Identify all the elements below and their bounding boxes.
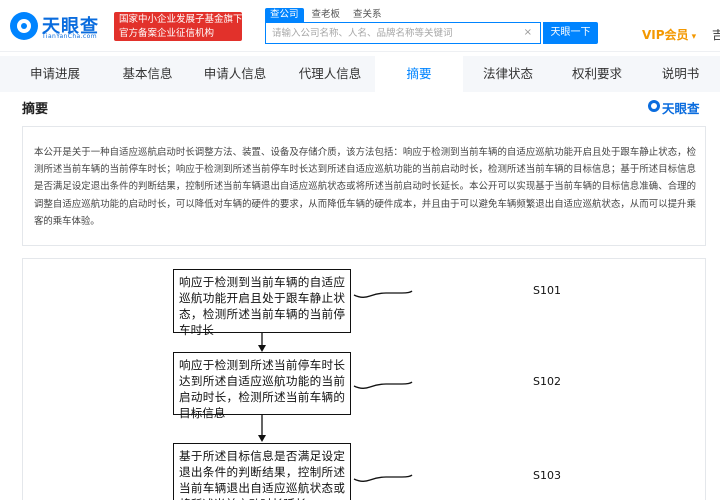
brand-name: 天眼查 bbox=[662, 101, 700, 116]
search-tabs: 查公司 查老板 查关系 bbox=[265, 8, 387, 22]
detail-nav-tabs: 申请进展 基本信息 申请人信息 代理人信息 摘要 法律状态 权利要求 说明书 bbox=[0, 56, 720, 92]
tab-search-boss[interactable]: 查老板 bbox=[307, 8, 346, 22]
step-label-leader-2 bbox=[353, 381, 413, 389]
gov-badge[interactable]: 国家中小企业发展子基金旗下 官方备案企业征信机构 bbox=[114, 12, 243, 41]
vip-label: VIP会员 bbox=[642, 28, 689, 42]
step-label-leader-3 bbox=[353, 474, 413, 482]
tab-agent-info[interactable]: 代理人信息 bbox=[285, 56, 375, 92]
vip-member-menu[interactable]: VIP会员 ▾ bbox=[642, 26, 696, 43]
flow-arrowhead-2 bbox=[258, 435, 266, 442]
tab-application-progress[interactable]: 申请进展 bbox=[0, 56, 110, 92]
abstract-panel: 本公开是关于一种自适应巡航启动时长调整方法、装置、设备及存储介质，该方法包括：响… bbox=[22, 126, 706, 246]
tab-search-company[interactable]: 查公司 bbox=[265, 8, 304, 22]
flow-step-2: 响应于检测到所述当前停车时长达到所述自适应巡航功能的当前启动时长，检测所述当前车… bbox=[173, 352, 351, 420]
flow-step-text: 响应于检测到当前车辆的自适应巡航功能开启且处于跟车静止状态，检测所述当前车辆的当… bbox=[179, 275, 345, 337]
tab-abstract[interactable]: 摘要 bbox=[375, 56, 463, 92]
tab-search-relation[interactable]: 查关系 bbox=[348, 8, 387, 22]
top-header: 天眼查 TianYanCha.com 国家中小企业发展子基金旗下 官方备案企业征… bbox=[0, 0, 720, 52]
tab-applicant-info[interactable]: 申请人信息 bbox=[185, 56, 285, 92]
flow-step-text: 基于所述目标信息是否满足设定退出条件的判断结果，控制所述当前车辆退出自适应巡航状… bbox=[179, 449, 345, 500]
flow-arrowhead-1 bbox=[258, 345, 266, 352]
flow-step-text: 响应于检测到所述当前停车时长达到所述自适应巡航功能的当前启动时长，检测所述当前车… bbox=[179, 358, 345, 420]
tianyancha-small-logo-icon bbox=[648, 100, 660, 112]
tab-claims[interactable]: 权利要求 bbox=[553, 56, 641, 92]
flow-step-3: 基于所述目标信息是否满足设定退出条件的判断结果，控制所述当前车辆退出自适应巡航状… bbox=[173, 443, 351, 500]
flow-step-label: S103 bbox=[533, 469, 561, 482]
search-box: × bbox=[265, 22, 541, 44]
gov-badge-line2: 官方备案企业征信机构 bbox=[119, 28, 215, 39]
step-label-leader-1 bbox=[353, 290, 413, 298]
abstract-figure: 响应于检测到当前车辆的自适应巡航功能开启且处于跟车静止状态，检测所述当前车辆的当… bbox=[22, 258, 706, 500]
flowchart-connectors bbox=[258, 290, 413, 482]
abstract-text: 本公开是关于一种自适应巡航启动时长调整方法、装置、设备及存储介质，该方法包括：响… bbox=[34, 147, 696, 227]
clear-icon[interactable]: × bbox=[524, 26, 532, 40]
search-input[interactable] bbox=[272, 26, 522, 41]
flow-step-1: 响应于检测到当前车辆的自适应巡航功能开启且处于跟车静止状态，检测所述当前车辆的当… bbox=[173, 269, 351, 337]
tianyancha-logo-icon bbox=[10, 12, 38, 40]
tab-basic-info[interactable]: 基本信息 bbox=[110, 56, 185, 92]
site-logo[interactable]: 天眼查 TianYanCha.com bbox=[10, 12, 108, 42]
chevron-down-icon: ▾ bbox=[691, 32, 697, 42]
flow-step-label: S101 bbox=[533, 284, 561, 297]
section-title: 摘要 bbox=[22, 102, 49, 117]
tab-legal-status[interactable]: 法律状态 bbox=[463, 56, 553, 92]
tab-description[interactable]: 说明书 bbox=[641, 56, 720, 92]
gov-badge-line1: 国家中小企业发展子基金旗下 bbox=[119, 14, 243, 25]
flow-step-label: S102 bbox=[533, 375, 561, 388]
search-button[interactable]: 天眼一下 bbox=[543, 22, 598, 44]
logo-subtitle: TianYanCha.com bbox=[42, 33, 97, 40]
header-cutoff-text[interactable]: 吉 bbox=[712, 26, 720, 43]
